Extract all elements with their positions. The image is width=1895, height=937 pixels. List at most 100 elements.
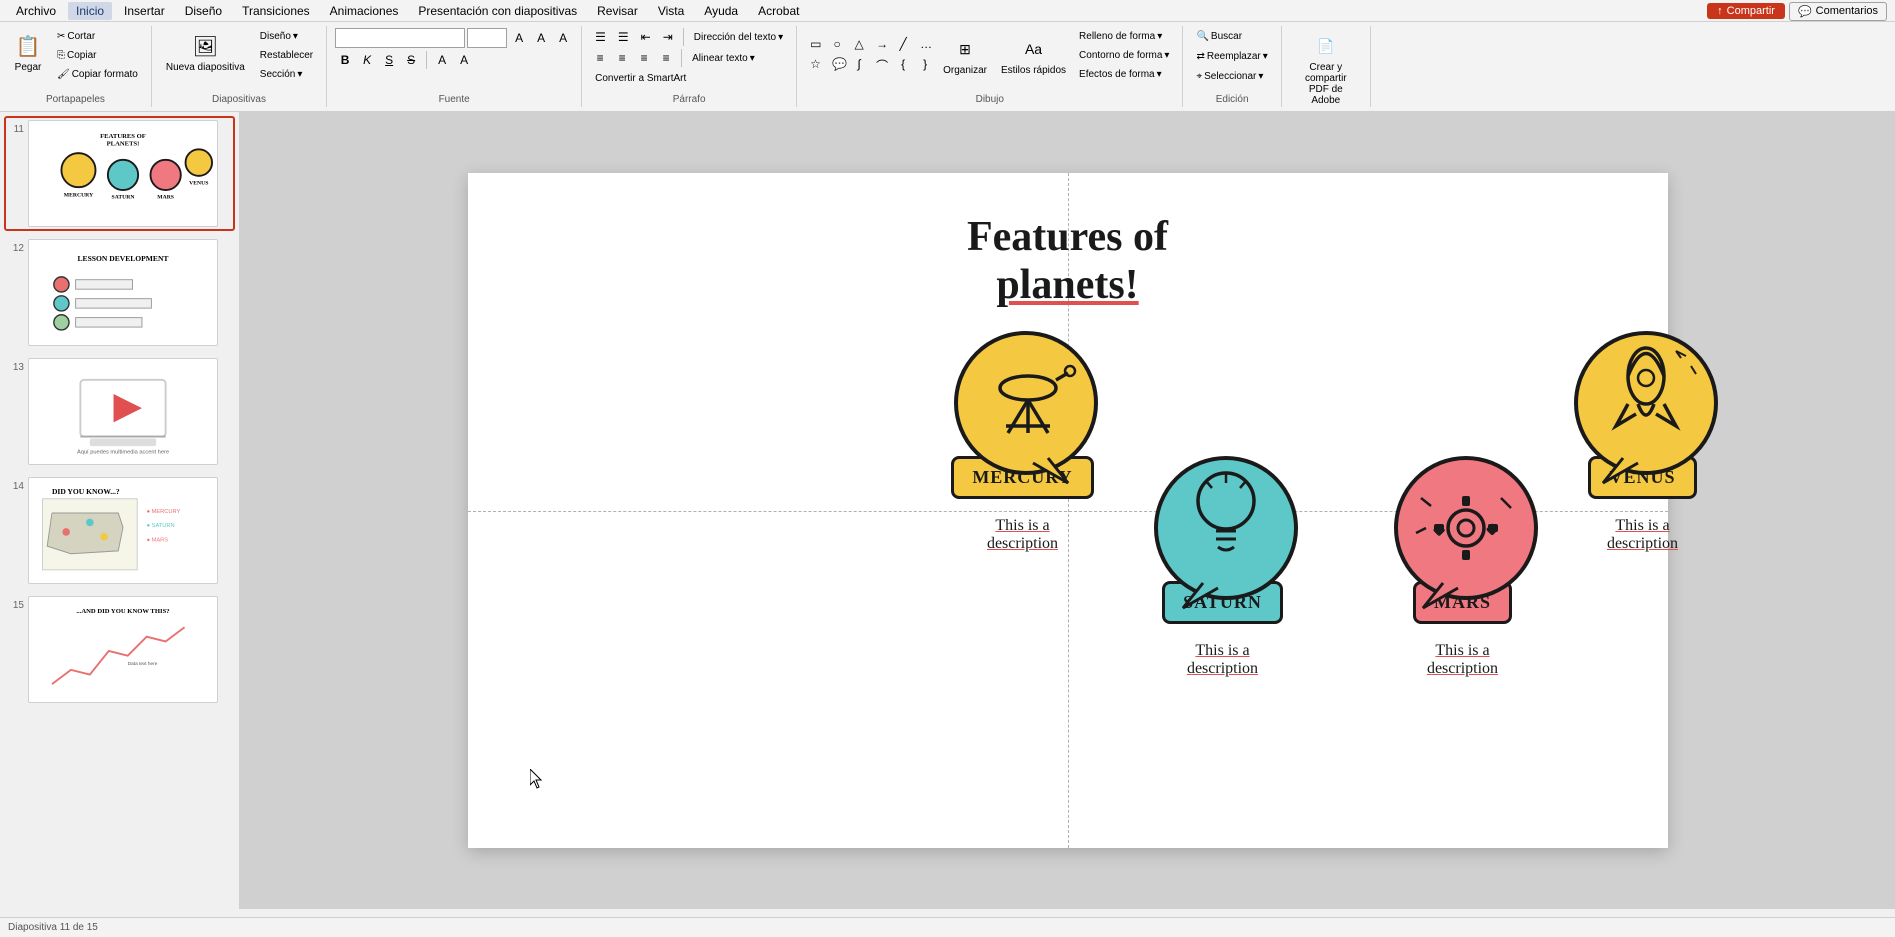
strikethrough-button[interactable]: S xyxy=(401,51,421,69)
menu-vista[interactable]: Vista xyxy=(650,2,692,20)
copy-format-button[interactable]: 🖌 Copiar formato xyxy=(52,66,143,83)
shape-callout[interactable]: 💬 xyxy=(827,55,847,76)
styles-button[interactable]: Aa Estilos rápidos xyxy=(995,31,1072,80)
justify-button[interactable]: ≡ xyxy=(656,49,676,67)
share-icon: ↑ xyxy=(1717,5,1723,17)
search-icon: 🔍 xyxy=(1196,31,1208,42)
bullets-button[interactable]: ☰ xyxy=(590,28,611,46)
organize-button[interactable]: ⊞ Organizar xyxy=(937,31,993,80)
venus-bubble xyxy=(1568,328,1718,478)
comments-button[interactable]: 💬 Comentarios xyxy=(1789,2,1887,21)
separator xyxy=(426,51,427,69)
saturn-item[interactable]: SATURN This is adescription xyxy=(1148,453,1298,678)
slide-item-13[interactable]: 13 Aquí puedes multimedia accent here xyxy=(4,354,235,469)
replace-button[interactable]: ⇄ Reemplazar▾ xyxy=(1191,48,1272,65)
menu-inicio[interactable]: Inicio xyxy=(68,2,112,20)
svg-text:● MERCURY: ● MERCURY xyxy=(147,509,181,515)
slide-item-15[interactable]: 15 ...AND DID YOU KNOW THIS? Data text h… xyxy=(4,592,235,707)
new-slide-button[interactable]: 🖼 Nueva diapositiva xyxy=(160,28,251,77)
find-button[interactable]: 🔍 Buscar xyxy=(1191,28,1272,45)
menu-acrobat[interactable]: Acrobat xyxy=(750,2,807,20)
slide-info: Diapositiva 11 de 15 xyxy=(8,922,98,933)
shape-line[interactable]: ╱ xyxy=(893,35,913,53)
slide-thumb-13: Aquí puedes multimedia accent here xyxy=(28,358,218,465)
replace-icon: ⇄ xyxy=(1196,51,1204,62)
clear-format-button[interactable]: A xyxy=(553,29,573,47)
indent-less-button[interactable]: ⇤ xyxy=(636,28,656,46)
shape-oval[interactable]: ○ xyxy=(827,35,847,53)
mercury-bubble xyxy=(948,328,1098,478)
slide-canvas[interactable]: Features of planets! xyxy=(468,173,1668,848)
canvas-area: Features of planets! xyxy=(240,112,1895,909)
shape-rect[interactable]: ▭ xyxy=(805,35,825,53)
shape-tri[interactable]: △ xyxy=(849,35,869,53)
slide-item-14[interactable]: 14 DID YOU KNOW...? ● MERCURY ● SATURN ●… xyxy=(4,473,235,588)
underline-button[interactable]: S xyxy=(379,51,399,69)
slide-item-11[interactable]: 11 FEATURES OF PLANETS! MERCURY SATURN xyxy=(4,116,235,231)
shape-arrow[interactable]: → xyxy=(871,35,891,53)
smartart-button[interactable]: Convertir a SmartArt xyxy=(590,70,691,87)
numbering-button[interactable]: ☰ xyxy=(613,28,634,46)
menu-animaciones[interactable]: Animaciones xyxy=(322,2,407,20)
menu-transiciones[interactable]: Transiciones xyxy=(234,2,318,20)
menu-presentacion[interactable]: Presentación con diapositivas xyxy=(410,2,585,20)
highlight-button[interactable]: A xyxy=(454,51,474,69)
effects-button[interactable]: Efectos de forma▾ xyxy=(1074,66,1174,83)
slide-item-12[interactable]: 12 LESSON DEVELOPMENT xyxy=(4,235,235,350)
section-button[interactable]: Sección ▾ xyxy=(255,66,318,83)
copy-button[interactable]: ⎘ Copiar xyxy=(52,47,143,64)
indent-more-button[interactable]: ⇥ xyxy=(658,28,678,46)
drawing-group: ▭ ○ △ → ╱ … ☆ 💬 ∫ ⌒ { } ⊞ Organizar xyxy=(797,26,1183,107)
outline-button[interactable]: Contorno de forma▾ xyxy=(1074,47,1174,64)
font-size-input[interactable]: 14 xyxy=(467,28,507,48)
cut-button[interactable]: ✂ Cortar xyxy=(52,28,143,45)
venus-description: This is adescription xyxy=(1607,517,1678,553)
fill-button[interactable]: Relleno de forma▾ xyxy=(1074,28,1174,45)
title-line2: planets! xyxy=(967,261,1168,309)
separator xyxy=(683,28,684,46)
shape-more[interactable]: … xyxy=(915,35,935,53)
shape-bracket[interactable]: { xyxy=(893,55,913,76)
decrease-font-button[interactable]: A xyxy=(531,29,551,47)
svg-text:MARS: MARS xyxy=(157,195,174,201)
mercury-item[interactable]: MERCURY This is adescription xyxy=(948,328,1098,553)
shape-curve[interactable]: ∫ xyxy=(849,55,869,76)
font-name-input[interactable] xyxy=(335,28,465,48)
separator xyxy=(681,49,682,67)
shape-star[interactable]: ☆ xyxy=(805,55,825,76)
svg-text:SATURN: SATURN xyxy=(112,195,136,201)
text-direction-button[interactable]: Dirección del texto▾ xyxy=(689,29,788,46)
svg-text:Data text here: Data text here xyxy=(128,661,158,667)
create-pdf-button[interactable]: 📄 Crear y compartir PDF de Adobe xyxy=(1290,28,1362,110)
menu-insertar[interactable]: Insertar xyxy=(116,2,173,20)
menu-revisar[interactable]: Revisar xyxy=(589,2,646,20)
increase-font-button[interactable]: A xyxy=(509,29,529,47)
align-left-button[interactable]: ≡ xyxy=(590,49,610,67)
adobe-group: 📄 Crear y compartir PDF de Adobe Adobe A… xyxy=(1282,26,1371,107)
align-right-button[interactable]: ≡ xyxy=(634,49,654,67)
select-icon: ⌖ xyxy=(1196,71,1202,82)
shape-conn[interactable]: ⌒ xyxy=(871,55,891,76)
format-painter-icon: 🖌 xyxy=(57,69,70,80)
font-color-button[interactable]: A xyxy=(432,51,452,69)
share-button[interactable]: ↑ Compartir xyxy=(1707,3,1785,19)
title-line1: Features of xyxy=(967,213,1168,261)
venus-item[interactable]: VENUS This is adescription xyxy=(1568,328,1718,553)
select-button[interactable]: ⌖ Seleccionar▾ xyxy=(1191,68,1272,85)
design-button[interactable]: Diseño ▾ xyxy=(255,28,318,45)
align-center-button[interactable]: ≡ xyxy=(612,49,632,67)
bold-button[interactable]: B xyxy=(335,51,355,69)
restore-button[interactable]: Restablecer xyxy=(255,47,318,64)
menu-diseno[interactable]: Diseño xyxy=(177,2,230,20)
mars-item[interactable]: MARS This is adescription xyxy=(1388,453,1538,678)
slide-thumb-14: DID YOU KNOW...? ● MERCURY ● SATURN ● MA… xyxy=(28,477,218,584)
shape-brace[interactable]: } xyxy=(915,55,935,76)
menu-archivo[interactable]: Archivo xyxy=(8,2,64,20)
menu-ayuda[interactable]: Ayuda xyxy=(696,2,746,20)
align-text-button[interactable]: Alinear texto▾ xyxy=(687,50,760,67)
paragraph-group: ☰ ☰ ⇤ ⇥ Dirección del texto▾ ≡ ≡ ≡ ≡ Ali… xyxy=(582,26,797,107)
paste-button[interactable]: 📋 Pegar xyxy=(8,28,48,77)
saturn-bubble xyxy=(1148,453,1298,603)
italic-button[interactable]: K xyxy=(357,51,377,69)
slides-group: 🖼 Nueva diapositiva Diseño ▾ Restablecer… xyxy=(152,26,327,107)
